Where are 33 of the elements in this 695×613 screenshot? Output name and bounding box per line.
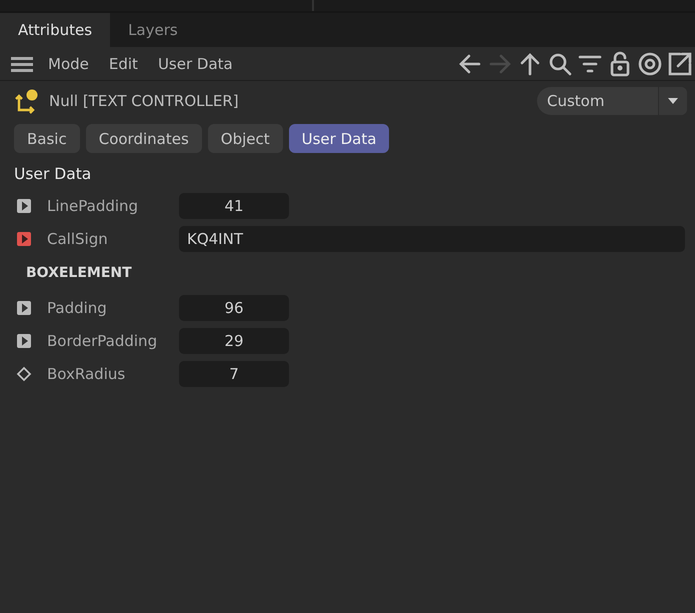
section-tab[interactable]: Basic xyxy=(14,124,80,153)
panel-tab[interactable]: Attributes xyxy=(0,13,110,47)
keyframe-icon[interactable] xyxy=(15,230,33,248)
diamond-icon[interactable] xyxy=(15,364,33,382)
section-tab[interactable]: User Data xyxy=(288,124,390,153)
parameter-label: BorderPadding xyxy=(47,332,158,350)
parameter-label: Padding xyxy=(47,298,108,316)
parameter-label: CallSign xyxy=(47,230,109,248)
preset-dropdown[interactable]: Custom xyxy=(537,87,687,115)
value-field[interactable]: KQ4INT xyxy=(179,226,685,252)
menu-item[interactable]: Mode xyxy=(48,54,89,72)
menu-item[interactable]: Edit xyxy=(108,54,138,72)
value-field[interactable]: 7 xyxy=(179,360,289,386)
target-icon[interactable] xyxy=(637,50,663,76)
group-title: User Data xyxy=(14,165,92,183)
value-field[interactable]: 41 xyxy=(179,192,289,218)
menu-item[interactable]: User Data xyxy=(158,54,233,72)
popout-icon[interactable] xyxy=(667,50,693,76)
null-object-icon xyxy=(14,88,40,114)
object-title: Null [TEXT CONTROLLER] xyxy=(49,92,239,110)
group-heading: BOXELEMENT xyxy=(25,264,133,283)
caret-icon xyxy=(667,97,679,105)
panel-tab[interactable]: Layers xyxy=(110,13,196,47)
value-field[interactable]: 29 xyxy=(179,328,289,354)
parameter-label: BoxRadius xyxy=(47,364,126,382)
section-tab[interactable]: Object xyxy=(208,124,283,153)
value-field[interactable]: 96 xyxy=(179,294,289,320)
animation-icon[interactable] xyxy=(15,298,33,316)
search-icon[interactable] xyxy=(547,50,573,76)
parameter-label: LinePadding xyxy=(47,196,140,214)
animation-icon[interactable] xyxy=(15,196,33,214)
section-tab[interactable]: Coordinates xyxy=(86,124,202,153)
animation-icon[interactable] xyxy=(15,332,33,350)
